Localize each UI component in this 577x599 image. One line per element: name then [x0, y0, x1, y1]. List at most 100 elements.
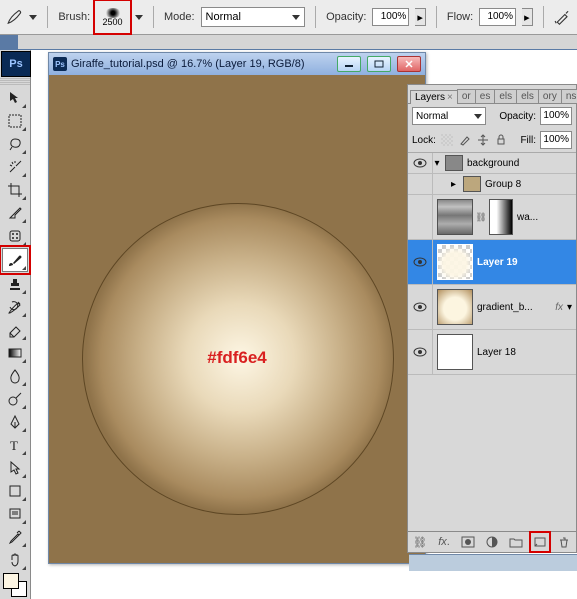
color-swatches[interactable] — [3, 573, 27, 597]
blend-mode-dropdown[interactable]: Normal — [201, 7, 306, 27]
history-brush-tool[interactable] — [3, 296, 27, 318]
disclosure-triangle-icon[interactable]: ▾ — [433, 158, 441, 169]
group-8[interactable]: ▸ Group 8 — [408, 174, 576, 195]
mask-link-icon[interactable]: ⛓ — [477, 211, 485, 223]
tab-trunc-1[interactable]: or — [457, 89, 476, 103]
layer-name[interactable]: Group 8 — [485, 179, 576, 190]
group-background[interactable]: ▾ background — [408, 153, 576, 174]
fx-badge[interactable]: fx — [555, 302, 563, 313]
foreground-color-swatch[interactable] — [3, 573, 19, 589]
visibility-toggle[interactable] — [408, 153, 433, 173]
visibility-toggle[interactable] — [408, 195, 433, 239]
minimize-button[interactable] — [337, 56, 361, 72]
wand-tool[interactable] — [3, 156, 27, 178]
shape-tool[interactable] — [3, 480, 27, 502]
toolbox-grip[interactable] — [0, 78, 30, 86]
tab-layers[interactable]: Layers× — [410, 90, 458, 104]
layer-name[interactable]: wa... — [517, 212, 576, 223]
layer-name[interactable]: Layer 19 — [477, 257, 576, 268]
tab-trunc-4[interactable]: els — [516, 89, 539, 103]
delete-layer-icon[interactable] — [556, 534, 572, 550]
layer-thumbnail[interactable] — [437, 289, 473, 325]
dodge-tool[interactable] — [3, 388, 27, 410]
pen-tool[interactable] — [3, 411, 27, 433]
tab-trunc-3[interactable]: els — [494, 89, 517, 103]
flow-flyout[interactable]: ▸ — [522, 8, 533, 26]
hand-tool[interactable] — [3, 549, 27, 571]
lasso-tool[interactable] — [3, 133, 27, 155]
layer-name[interactable]: gradient_b... — [477, 302, 555, 313]
tab-trunc-5[interactable]: ory — [538, 89, 562, 103]
disclosure-triangle-icon[interactable]: ▸ — [451, 179, 459, 190]
visibility-toggle[interactable] — [408, 330, 433, 374]
slice-tool[interactable] — [3, 202, 27, 224]
fill-label: Fill: — [520, 135, 536, 146]
chevron-down-icon — [474, 114, 482, 119]
blur-tool[interactable] — [3, 365, 27, 387]
options-bar: Brush: 2500 Mode: Normal Opacity: 100% ▸… — [0, 0, 577, 35]
lock-all-icon[interactable] — [494, 133, 508, 147]
layer-gradient-b[interactable]: gradient_b... fx ▾ — [408, 285, 576, 330]
layer-fill-input[interactable]: 100% — [540, 131, 572, 149]
layer-opacity-input[interactable]: 100% — [540, 107, 572, 125]
lock-transparency-icon[interactable] — [440, 133, 454, 147]
eyedropper-tool[interactable] — [3, 526, 27, 548]
document-window: Ps Giraffe_tutorial.psd @ 16.7% (Layer 1… — [48, 52, 426, 564]
tool-preset-dropdown[interactable] — [29, 15, 37, 20]
brush-size-value: 2500 — [103, 18, 123, 27]
flow-input[interactable]: 100% — [479, 8, 516, 26]
layer-thumbnail[interactable] — [437, 199, 473, 235]
maximize-button[interactable] — [367, 56, 391, 72]
new-group-icon[interactable] — [508, 534, 524, 550]
layer-19[interactable]: Layer 19 — [408, 240, 576, 285]
layer-blend-dropdown[interactable]: Normal — [412, 107, 486, 125]
stamp-tool[interactable] — [3, 273, 27, 295]
document-canvas[interactable]: #fdf6e4 — [49, 75, 425, 563]
adjustment-layer-icon[interactable] — [484, 534, 500, 550]
opacity-input[interactable]: 100% — [372, 8, 409, 26]
layer-thumbnail[interactable] — [437, 334, 473, 370]
healing-tool[interactable] — [3, 225, 27, 247]
flow-label: Flow: — [447, 11, 473, 23]
gradient-tool[interactable] — [3, 342, 27, 364]
visibility-toggle[interactable] — [408, 285, 433, 329]
path-select-tool[interactable] — [3, 457, 27, 479]
layer-thumbnail[interactable] — [437, 244, 473, 280]
opacity-flyout[interactable]: ▸ — [415, 8, 426, 26]
layer-name[interactable]: background — [467, 158, 576, 169]
link-layers-icon[interactable]: ⛓ — [412, 534, 428, 550]
visibility-toggle[interactable] — [408, 240, 433, 284]
layer-mask-thumbnail[interactable] — [489, 199, 513, 235]
brush-preset-picker[interactable]: 2500 — [96, 2, 129, 32]
new-layer-icon[interactable] — [532, 534, 548, 550]
fx-disclosure-icon[interactable]: ▾ — [567, 302, 572, 313]
tab-trunc-2[interactable]: es — [475, 89, 496, 103]
tab-trunc-6[interactable]: ns — [561, 89, 577, 103]
type-tool[interactable]: T — [3, 434, 27, 456]
layer-opacity-label: Opacity: — [499, 111, 536, 122]
document-tab-active[interactable] — [0, 35, 18, 49]
brush-label: Brush: — [58, 11, 90, 23]
layer-name[interactable]: Layer 18 — [477, 347, 576, 358]
crop-tool[interactable] — [3, 179, 27, 201]
brush-tool[interactable] — [2, 248, 28, 272]
layer-fx-icon[interactable]: fx. — [436, 534, 452, 550]
chevron-down-icon — [292, 15, 300, 20]
eraser-tool[interactable] — [3, 319, 27, 341]
layer-mask-icon[interactable] — [460, 534, 476, 550]
brush-preset-dropdown[interactable] — [135, 15, 143, 20]
marquee-tool[interactable] — [3, 110, 27, 132]
move-tool[interactable] — [3, 87, 27, 109]
layers-panel-footer: ⛓ fx. — [408, 531, 576, 552]
layers-panel: Layers× or es els els ory ns Normal Opac… — [407, 84, 577, 553]
airbrush-icon[interactable] — [554, 8, 571, 26]
lock-position-icon[interactable] — [476, 133, 490, 147]
layer-wa[interactable]: ⛓ wa... — [408, 195, 576, 240]
lock-pixels-icon[interactable] — [458, 133, 472, 147]
close-button[interactable] — [397, 56, 421, 72]
opacity-label: Opacity: — [326, 11, 366, 23]
document-titlebar[interactable]: Ps Giraffe_tutorial.psd @ 16.7% (Layer 1… — [49, 53, 425, 76]
notes-tool[interactable] — [3, 503, 27, 525]
visibility-toggle[interactable] — [408, 174, 433, 194]
layer-18[interactable]: Layer 18 — [408, 330, 576, 375]
